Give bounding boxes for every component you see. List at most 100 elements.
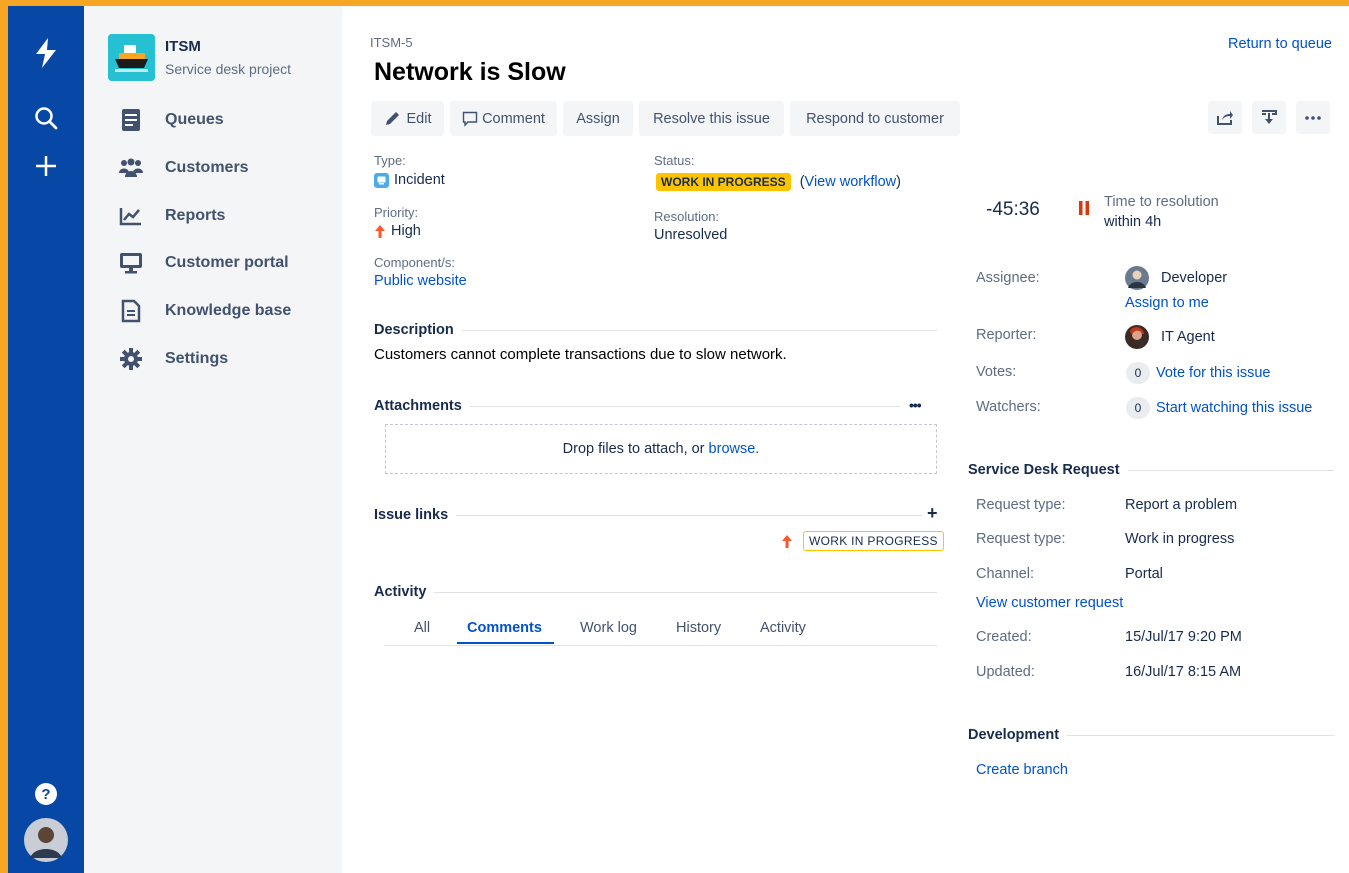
attachments-more-button[interactable]: •••: [909, 397, 922, 413]
issue-key[interactable]: ITSM-5: [370, 35, 413, 50]
comment-button[interactable]: Comment: [450, 101, 557, 136]
edit-label: Edit: [406, 110, 432, 127]
more-icon: [1305, 115, 1321, 120]
component-link[interactable]: Public website: [374, 273, 467, 289]
component-label: Component/s:: [374, 255, 455, 270]
activity-heading: Activity: [374, 584, 937, 600]
reporter-name[interactable]: IT Agent: [1161, 329, 1215, 345]
description-text[interactable]: Customers cannot complete transactions d…: [374, 346, 787, 363]
page-title: Network is Slow: [374, 58, 566, 86]
sidebar-item-customers[interactable]: Customers: [118, 154, 249, 182]
sidebar-item-reports[interactable]: Reports: [118, 202, 225, 230]
gear-icon: [118, 346, 144, 372]
monitor-icon: [118, 250, 144, 276]
browse-link[interactable]: browse.: [709, 441, 760, 457]
type-value: Incident: [394, 172, 445, 188]
assign-button[interactable]: Assign: [563, 101, 633, 136]
vote-link[interactable]: Vote for this issue: [1156, 365, 1270, 381]
sidebar-item-label: Customer portal: [165, 254, 289, 271]
sidebar-item-label: Knowledge base: [165, 302, 292, 319]
project-header[interactable]: ITSM Service desk project: [108, 34, 291, 81]
resolution-value: Unresolved: [654, 227, 728, 243]
speech-bubble-icon: [462, 111, 478, 127]
svg-text:?: ?: [41, 786, 50, 803]
attachments-heading: Attachments: [374, 398, 900, 414]
view-customer-request-link[interactable]: View customer request: [976, 595, 1123, 611]
sidebar-item-label: Settings: [165, 350, 229, 367]
priority-label: Priority:: [374, 205, 419, 220]
sidebar-item-customer-portal[interactable]: Customer portal: [118, 249, 289, 277]
priority-high-icon: [374, 224, 386, 239]
watchers-label: Watchers:: [976, 399, 1041, 415]
share-icon: [1216, 110, 1234, 126]
status-lozenge[interactable]: WORK IN PROGRESS: [656, 173, 791, 191]
linked-issue-status-lozenge[interactable]: WORK IN PROGRESS: [803, 531, 944, 551]
priority-field[interactable]: High: [374, 223, 421, 239]
project-name: ITSM: [165, 37, 201, 55]
issue-links-heading: Issue links: [374, 507, 922, 523]
user-avatar[interactable]: [8, 818, 84, 862]
votes-field: 0 Vote for this issue: [1126, 362, 1270, 384]
create-branch-link[interactable]: Create branch: [976, 762, 1068, 778]
votes-label: Votes:: [976, 364, 1017, 380]
app-window: ? ITSM Service desk project Queues Custo…: [8, 6, 1349, 873]
assignee-label: Assignee:: [976, 270, 1040, 286]
status-label: Status:: [654, 153, 695, 168]
tab-all[interactable]: All: [414, 620, 430, 636]
tabs-divider: [384, 645, 937, 646]
priority-value: High: [391, 223, 421, 239]
assign-to-me-link[interactable]: Assign to me: [1125, 295, 1209, 311]
project-sidebar: ITSM Service desk project Queues Custome…: [84, 6, 342, 873]
sidebar-item-queues[interactable]: Queues: [118, 106, 224, 134]
tab-comments[interactable]: Comments: [467, 620, 542, 636]
pause-icon: [1078, 200, 1090, 219]
ship-icon: [108, 34, 155, 81]
votes-count: 0: [1126, 362, 1150, 384]
export-icon: [1261, 109, 1277, 126]
help-icon[interactable]: ?: [8, 782, 84, 806]
sidebar-item-knowledge-base[interactable]: Knowledge base: [118, 297, 291, 325]
drop-text: Drop files to attach, or: [562, 441, 709, 457]
incident-icon: [374, 172, 389, 188]
resolve-issue-button[interactable]: Resolve this issue: [639, 101, 784, 136]
attachment-dropzone[interactable]: Drop files to attach, or browse.: [385, 424, 937, 474]
sla-label: Time to resolution: [1104, 194, 1219, 210]
reporter-avatar: [1125, 325, 1149, 352]
sla-target: within 4h: [1104, 214, 1162, 230]
issue-view: ITSM-5 Network is Slow Return to queue E…: [370, 35, 1334, 778]
assignee-name[interactable]: Developer: [1161, 270, 1227, 286]
comment-label: Comment: [482, 110, 545, 127]
return-to-queue-link[interactable]: Return to queue: [1228, 36, 1332, 52]
tab-activity[interactable]: Activity: [760, 620, 806, 636]
queues-icon: [118, 107, 144, 133]
export-button[interactable]: [1252, 101, 1286, 134]
reporter-label: Reporter:: [976, 327, 1037, 343]
plus-icon[interactable]: [8, 154, 84, 178]
share-button[interactable]: [1208, 101, 1242, 134]
pencil-icon: [384, 110, 401, 127]
watchers-field: 0 Start watching this issue: [1126, 397, 1312, 419]
tab-history[interactable]: History: [676, 620, 721, 636]
sidebar-item-label: Reports: [165, 207, 226, 224]
sidebar-item-label: Customers: [165, 159, 249, 176]
tab-work-log[interactable]: Work log: [580, 620, 637, 636]
description-heading: Description: [374, 322, 937, 338]
add-link-button[interactable]: +: [927, 503, 938, 524]
edit-button[interactable]: Edit: [371, 101, 444, 136]
watch-link[interactable]: Start watching this issue: [1156, 400, 1312, 416]
type-field[interactable]: Incident: [374, 172, 445, 188]
reports-icon: [118, 203, 144, 229]
view-workflow-link[interactable]: View workflow: [805, 174, 897, 190]
watchers-count: 0: [1126, 397, 1150, 419]
active-tab-indicator: [457, 642, 554, 644]
resolution-label: Resolution:: [654, 209, 720, 224]
jira-logo-icon[interactable]: [8, 36, 84, 70]
more-actions-button[interactable]: [1296, 101, 1330, 134]
sla-time: -45:36: [986, 199, 1040, 220]
view-workflow-close-paren: ): [896, 174, 901, 190]
respond-to-customer-button[interactable]: Respond to customer: [790, 101, 960, 136]
customers-icon: [118, 155, 144, 181]
sidebar-item-settings[interactable]: Settings: [118, 345, 228, 373]
linked-priority-high-icon: [781, 534, 793, 552]
search-icon[interactable]: [8, 106, 84, 130]
